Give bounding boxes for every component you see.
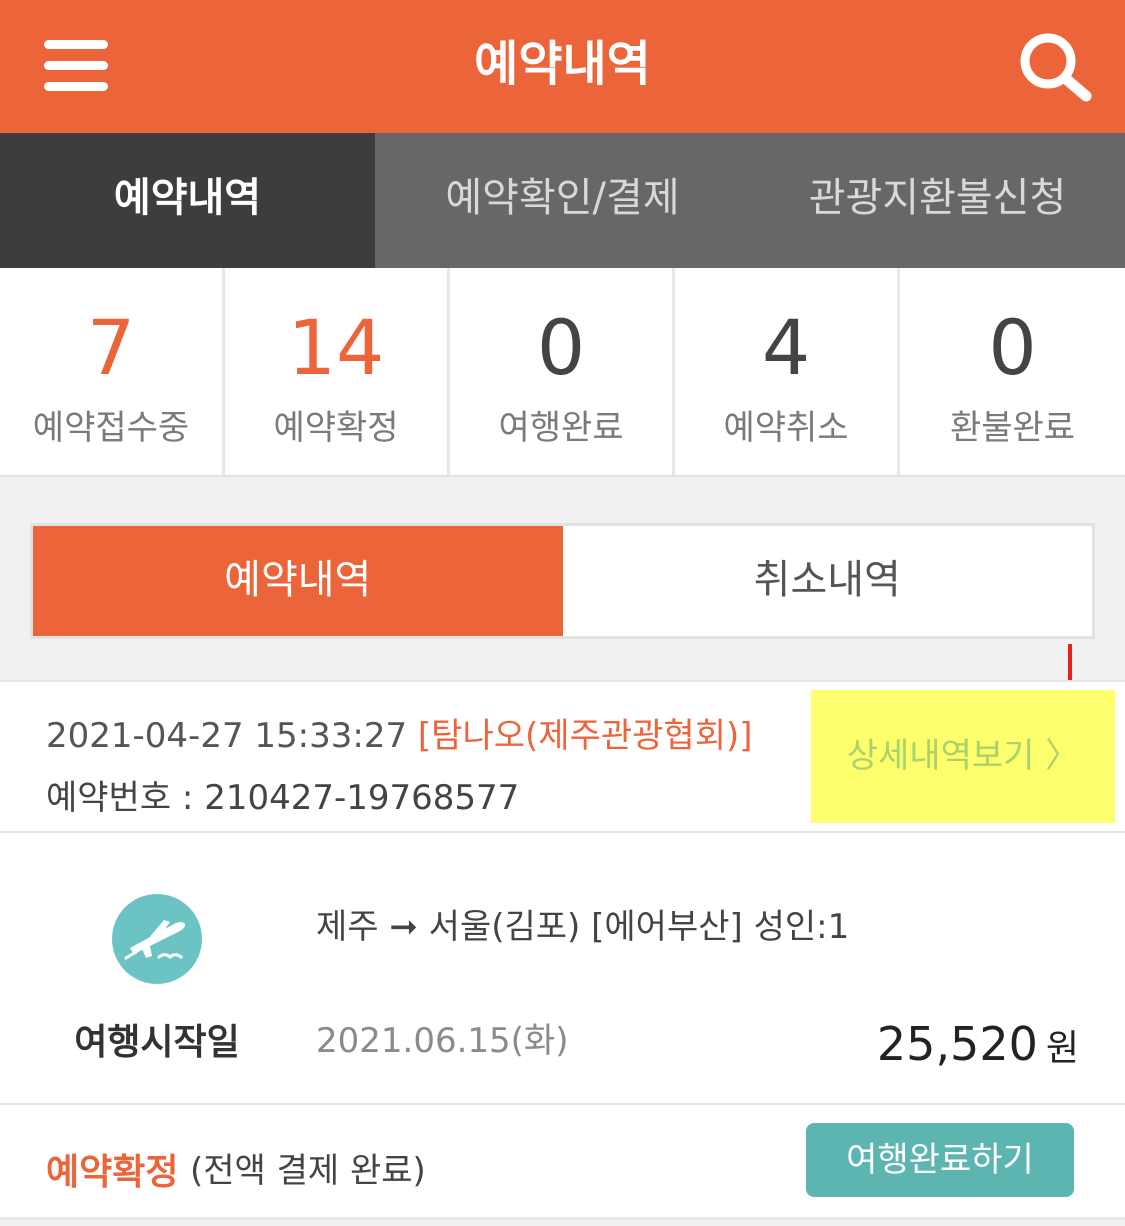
page-title: 예약내역	[474, 36, 651, 92]
top-tabs: 예약내역 예약확인/결제 관광지환불신청	[0, 133, 1125, 268]
stat-label: 예약취소	[723, 408, 849, 448]
stat-refunded[interactable]: 0 환불완료	[900, 268, 1125, 475]
booking-card-footer: 예약확정 (전액 결제 완료) 여행완료하기	[0, 1105, 1125, 1220]
booking-card-header: 2021-04-27 15:33:27 [탐나오(제주관광협회)] 예약번호 :…	[0, 680, 1125, 833]
price-amount: 25,520	[876, 1017, 1038, 1071]
tab-refund-request[interactable]: 관광지환불신청	[750, 133, 1125, 268]
trip-start-label: 여행시작일	[74, 1022, 240, 1063]
list-toggle: 예약내역 취소내역	[30, 523, 1095, 639]
booking-datetime: 2021-04-27 15:33:27	[46, 716, 408, 756]
price-currency: 원	[1045, 1028, 1079, 1069]
stat-pending[interactable]: 7 예약접수중	[0, 268, 225, 475]
reservations-toggle-button[interactable]: 예약내역	[33, 526, 563, 636]
stat-label: 여행완료	[498, 408, 624, 448]
flight-route: 제주 ➞ 서울(김포) [에어부산] 성인:1	[316, 907, 850, 947]
stat-label: 환불완료	[949, 408, 1076, 448]
booking-status-detail: (전액 결제 완료)	[190, 1151, 426, 1191]
complete-trip-button[interactable]: 여행완료하기	[806, 1123, 1074, 1197]
trip-start-date: 2021.06.15(화)	[316, 1021, 569, 1061]
booking-status: 예약확정	[46, 1152, 179, 1193]
app-header: 예약내역	[0, 0, 1125, 133]
booking-datetime-line: 2021-04-27 15:33:27 [탐나오(제주관광협회)]	[46, 708, 753, 757]
stat-label: 예약확정	[273, 408, 399, 448]
stat-count: 14	[287, 303, 385, 392]
stat-label: 예약접수중	[32, 408, 190, 448]
search-icon[interactable]	[1016, 30, 1094, 102]
booking-agency: [탐나오(제주관광협회)]	[417, 716, 753, 756]
stat-confirmed[interactable]: 14 예약확정	[225, 268, 450, 475]
stat-completed[interactable]: 0 여행완료	[450, 268, 675, 475]
stat-count: 0	[988, 303, 1037, 392]
booking-number: 예약번호 : 210427-19768577	[46, 778, 520, 818]
cancellations-toggle-button[interactable]: 취소내역	[563, 526, 1093, 636]
airplane-icon	[112, 894, 202, 984]
view-details-link[interactable]: 상세내역보기 〉	[811, 690, 1115, 823]
stat-count: 7	[86, 303, 136, 392]
booking-price: 25,520 원	[877, 1017, 1079, 1071]
status-summary: 7 예약접수중 14 예약확정 0 여행완료 4 예약취소 0 환불완료	[0, 268, 1125, 477]
stat-count: 4	[761, 303, 811, 392]
tab-confirm-payment[interactable]: 예약확인/결제	[375, 133, 750, 268]
booking-card-body: 제주 ➞ 서울(김포) [에어부산] 성인:1 여행시작일 2021.06.15…	[0, 833, 1125, 1105]
stat-count: 0	[536, 303, 586, 392]
tab-reservations[interactable]: 예약내역	[0, 133, 375, 268]
hamburger-icon[interactable]	[44, 40, 108, 92]
stat-cancelled[interactable]: 4 예약취소	[675, 268, 900, 475]
